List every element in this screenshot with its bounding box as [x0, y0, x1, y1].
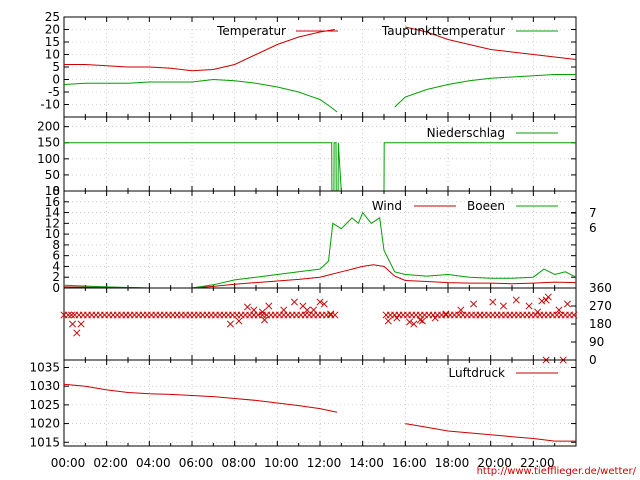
x-tick-label: 10:00 [264, 456, 299, 470]
y-tick-label: 50 [45, 168, 60, 182]
y-tick-label: 1015 [29, 435, 60, 449]
x-tick-label: 00:00 [51, 456, 86, 470]
legend-label-taupunkttemperatur: Taupunkttemperatur [381, 24, 505, 38]
legend-label-wind: Wind [372, 199, 402, 213]
wind-direction-point [476, 311, 484, 319]
wind-direction-point [442, 310, 450, 318]
wind-direction-point [64, 311, 72, 319]
wind-direction-point [563, 300, 572, 308]
wind-direction-point [544, 293, 552, 301]
wind-direction-point [310, 306, 318, 314]
y-tick-label: 1020 [29, 417, 60, 431]
legend-label-temperatur: Temperatur [216, 24, 286, 38]
weather-chart: 2520151050-5-102001501005001816141210864… [29, 10, 612, 470]
y-tick-label: 200 [37, 120, 60, 134]
y-tick-label: -10 [40, 98, 60, 112]
x-tick-label: 14:00 [349, 456, 384, 470]
wind-direction-point [327, 310, 335, 318]
wind-direction-point [489, 298, 497, 306]
x-tick-label: 18:00 [435, 456, 470, 470]
legend-label-boeen: Boeen [467, 199, 505, 213]
credit-link[interactable]: http://www.tiefflieger.de/wetter/ [477, 466, 636, 477]
y2-tick-label: 90 [589, 335, 604, 349]
wind-direction-point [235, 317, 243, 325]
wind-direction-point [499, 302, 508, 310]
y-tick-label: 1030 [29, 379, 60, 393]
y2-tick-label: 7 [589, 206, 597, 220]
wind-direction-point [384, 317, 392, 325]
wind-direction-point [243, 303, 252, 311]
wind-direction-point [538, 297, 546, 305]
wind-direction-point [68, 320, 77, 328]
wind-direction-point [525, 302, 533, 310]
wind-direction-point [470, 300, 478, 308]
y-tick-label: 100 [37, 152, 60, 166]
y2-tick-label: 360 [589, 281, 612, 295]
x-tick-label: 04:00 [136, 456, 171, 470]
x-tick-label: 06:00 [179, 456, 214, 470]
legend-label-luftdruck: Luftdruck [448, 366, 505, 380]
wind-direction-point [280, 306, 288, 314]
y2-tick-label: 0 [589, 353, 597, 367]
legend-label-niederschlag: Niederschlag [427, 126, 505, 140]
x-tick-label: 16:00 [392, 456, 427, 470]
wind-direction-point [77, 320, 85, 328]
wind-direction-point [331, 311, 339, 319]
wind-direction-point [67, 311, 76, 319]
wind-direction-point [250, 306, 258, 314]
wind-direction-point [393, 314, 401, 322]
wind-direction-point [290, 298, 298, 306]
wind-direction-point [534, 308, 542, 316]
x-tick-label: 08:00 [221, 456, 256, 470]
wind-direction-point [416, 316, 424, 324]
y2-tick-label: 180 [589, 317, 612, 331]
wind-direction-point [418, 317, 426, 325]
y2-tick-label: 6 [589, 221, 597, 235]
wind-direction-point [73, 329, 81, 337]
wind-direction-point [265, 302, 273, 310]
y2-tick-label: 270 [589, 299, 612, 313]
y-tick-label: 1035 [29, 360, 60, 374]
wind-direction-point [512, 296, 520, 304]
y-tick-label: 0 [52, 281, 60, 295]
x-tick-label: 02:00 [93, 456, 128, 470]
y-tick-label: 1025 [29, 398, 60, 412]
x-tick-label: 12:00 [307, 456, 342, 470]
wind-direction-point [431, 314, 439, 322]
wind-direction-point [258, 308, 266, 316]
y-tick-label: 150 [37, 136, 60, 150]
wind-direction-point [226, 320, 234, 328]
